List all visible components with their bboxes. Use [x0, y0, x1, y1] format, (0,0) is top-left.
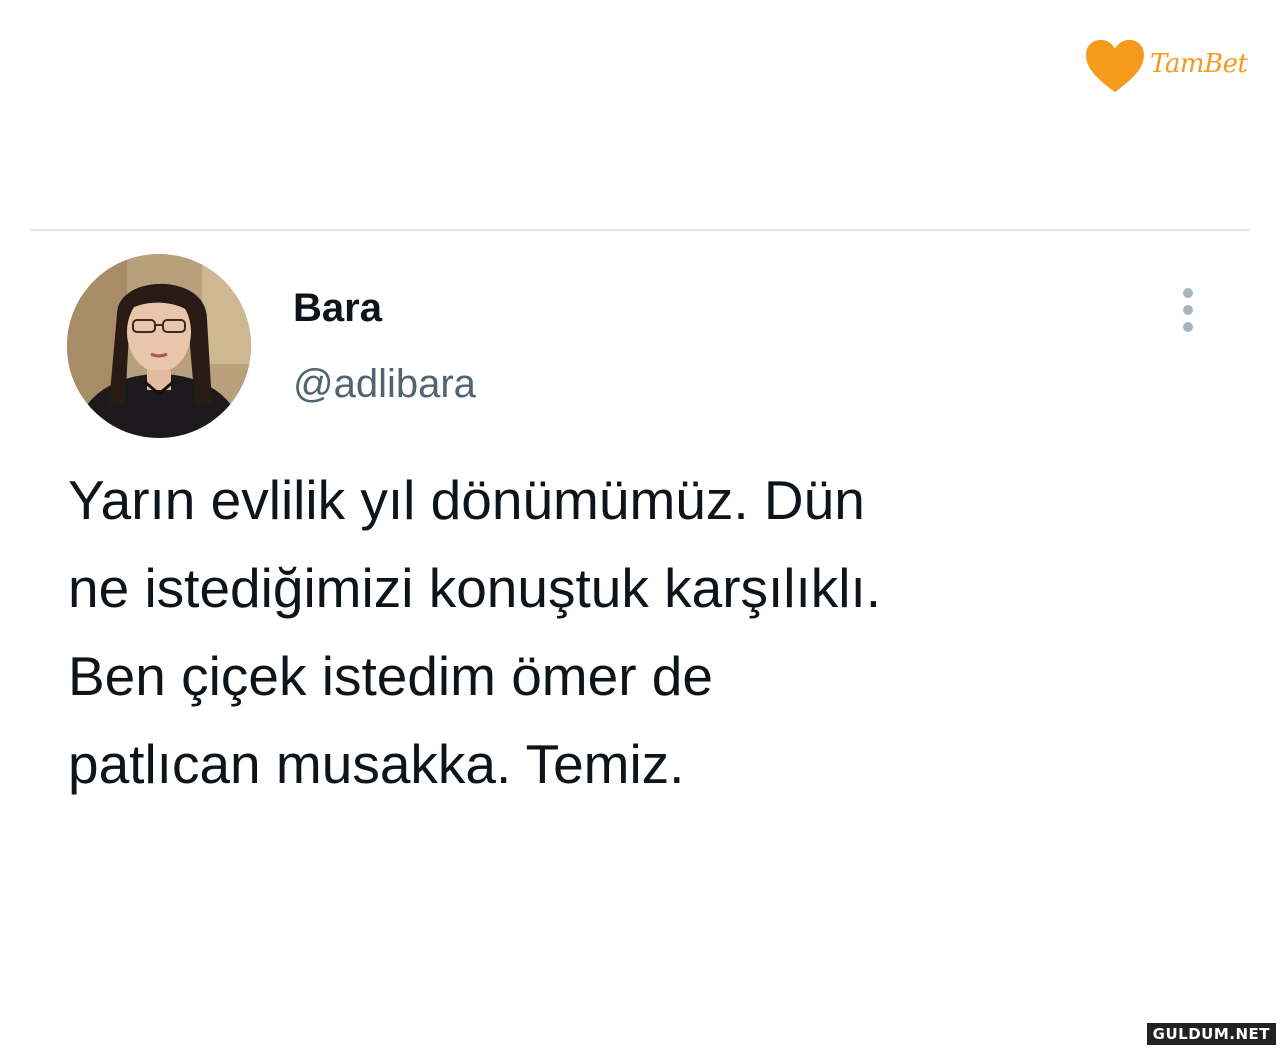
- divider: [30, 229, 1250, 231]
- tweet-text: Yarın evlilik yıl dönümümüz. Dün ne iste…: [68, 456, 1258, 808]
- tweet-text-line: ne istediğimizi konuştuk karşılıklı.: [68, 557, 882, 619]
- more-options-button[interactable]: [1170, 284, 1206, 336]
- brand-name: TamBet: [1150, 49, 1248, 79]
- heart-icon: [1086, 39, 1144, 93]
- brand-logo: TamBet: [1084, 36, 1264, 96]
- tweet-text-line: Ben çiçek istedim ömer de: [68, 645, 713, 707]
- avatar-photo: [67, 254, 251, 438]
- author-handle[interactable]: @adlibara: [293, 362, 476, 407]
- more-vertical-icon: [1183, 288, 1193, 298]
- more-vertical-icon: [1183, 322, 1193, 332]
- more-vertical-icon: [1183, 305, 1193, 315]
- avatar[interactable]: [67, 254, 251, 438]
- tweet-text-line: patlıcan musakka. Temiz.: [68, 733, 685, 795]
- tweet-text-line: Yarın evlilik yıl dönümümüz. Dün: [68, 469, 865, 531]
- watermark: GULDUM.NET: [1146, 1023, 1276, 1045]
- author-display-name[interactable]: Bara: [293, 286, 382, 331]
